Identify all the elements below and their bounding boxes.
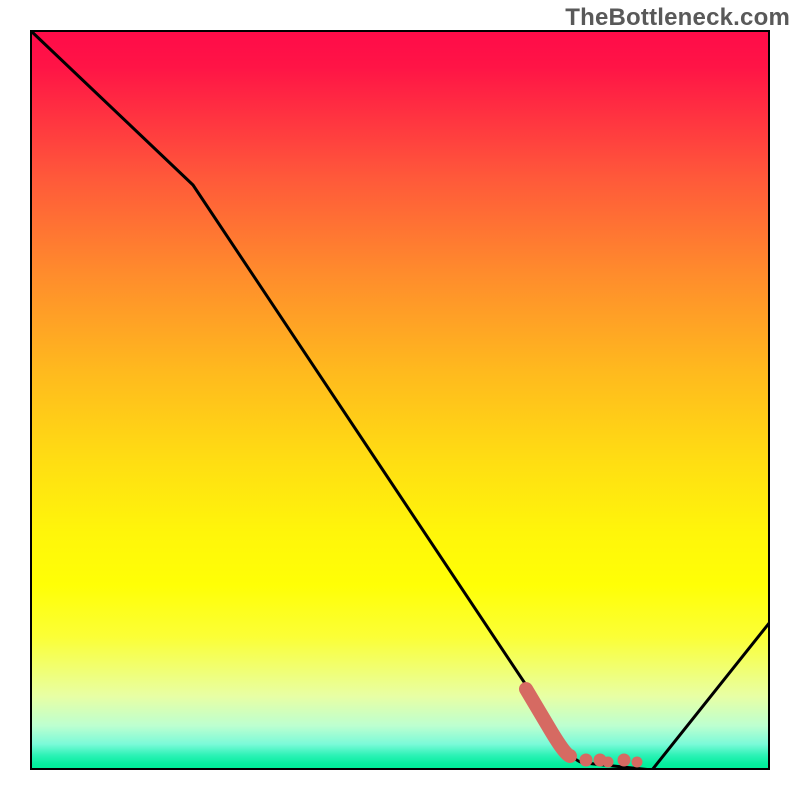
axis-frame-bottom xyxy=(30,768,770,770)
axis-frame-right xyxy=(768,30,770,770)
highlight-dot xyxy=(618,754,631,767)
plot-area xyxy=(30,30,770,770)
highlight-dot xyxy=(580,754,593,767)
chart-overlay-svg xyxy=(30,30,770,770)
axis-frame-left xyxy=(30,30,32,770)
highlight-dot xyxy=(603,757,614,768)
bottleneck-chart: TheBottleneck.com xyxy=(0,0,800,800)
bottleneck-curve xyxy=(30,30,770,770)
watermark-text: TheBottleneck.com xyxy=(565,4,790,32)
highlight-dot xyxy=(632,757,643,768)
highlight-segment-stroke xyxy=(526,689,570,756)
